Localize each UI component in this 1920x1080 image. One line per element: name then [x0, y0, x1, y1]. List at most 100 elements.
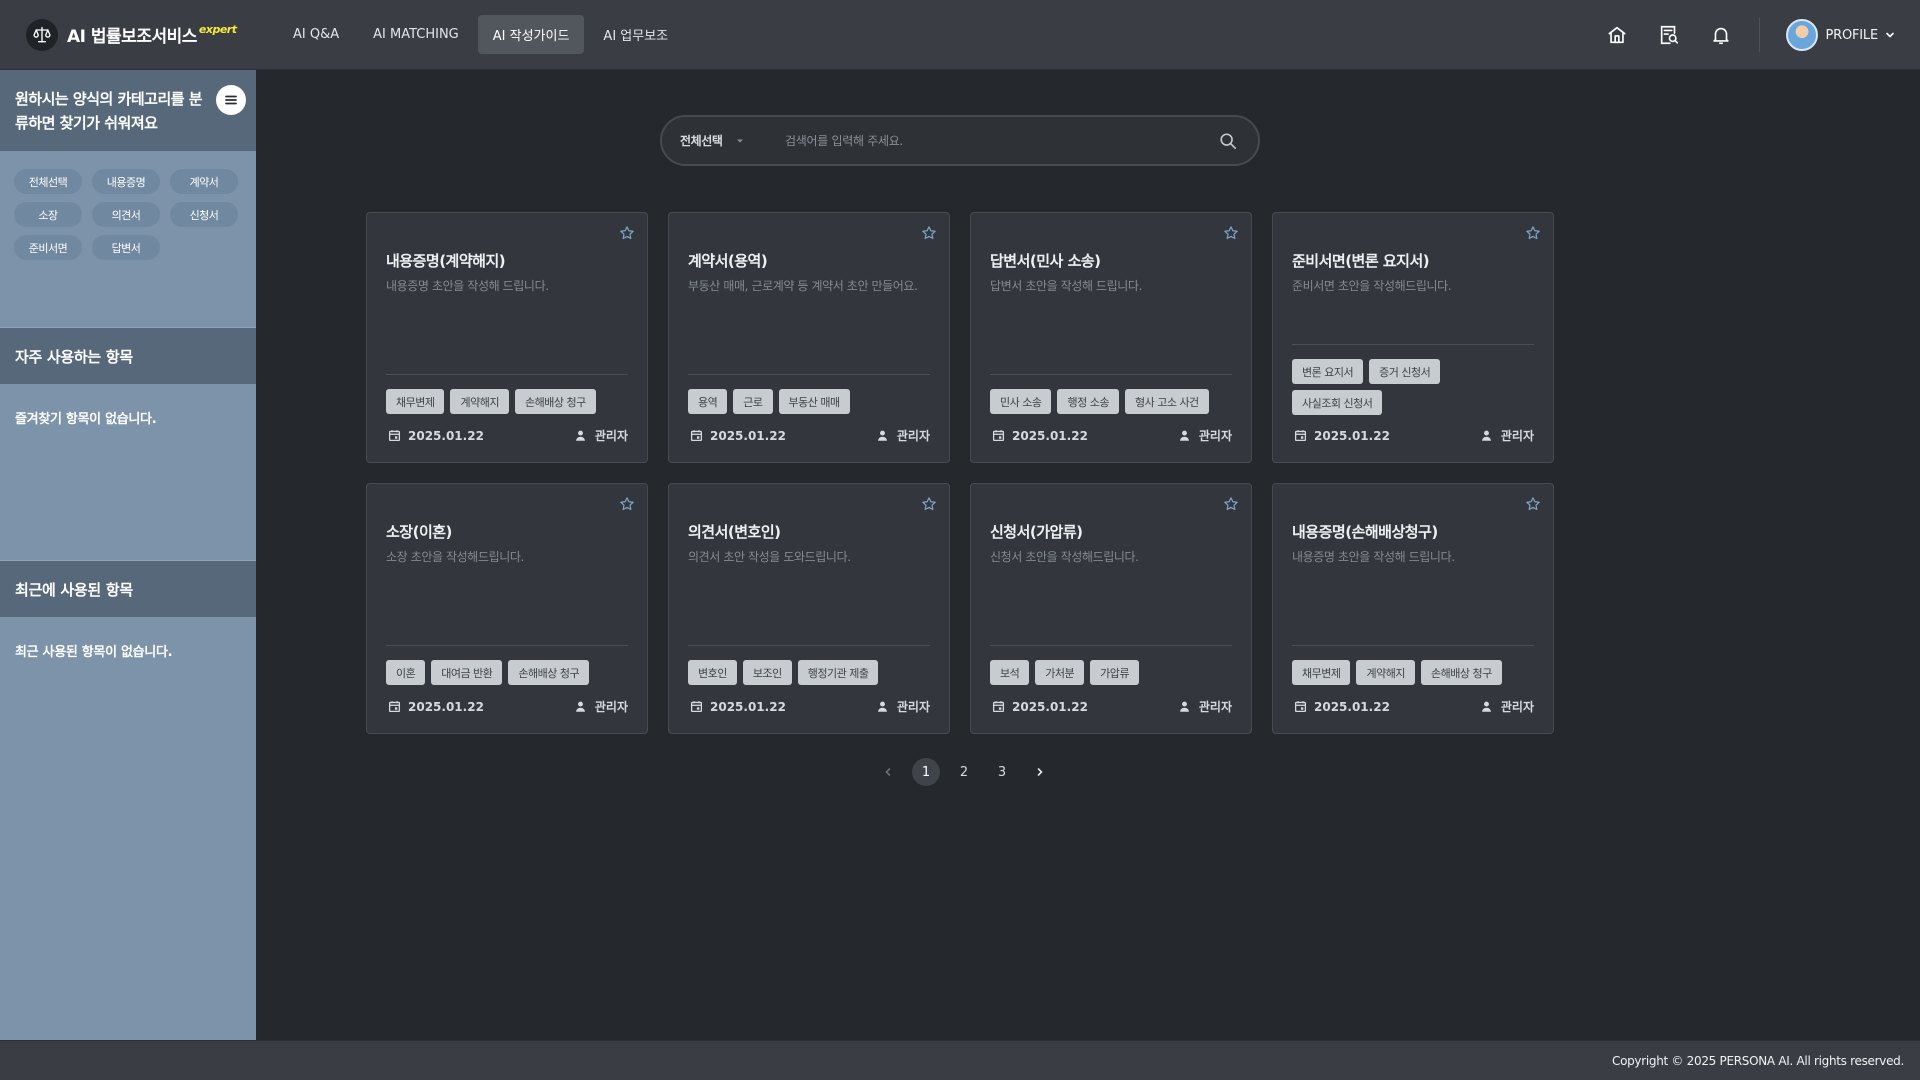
nav-ai-matching[interactable]: AI MATCHING: [358, 17, 474, 52]
category-chip-answer[interactable]: 답변서: [92, 235, 160, 260]
star-icon[interactable]: [919, 223, 939, 243]
card-tag[interactable]: 변호인: [688, 660, 737, 685]
category-chip-opinion[interactable]: 의견서: [92, 202, 160, 227]
card-tag[interactable]: 행정 소송: [1057, 389, 1119, 414]
search-icon[interactable]: [1216, 129, 1240, 153]
category-chip-application[interactable]: 신청서: [170, 202, 238, 227]
pagination-prev-icon[interactable]: [874, 758, 902, 786]
template-card[interactable]: 계약서(용역) 부동산 매매, 근로계약 등 계약서 초안 만들어요. 용역 근로 부동…: [668, 212, 950, 463]
card-divider: [386, 374, 628, 375]
template-card[interactable]: 내용증명(손해배상청구) 내용증명 초안을 작성해 드립니다. 채무변제 계약해지 손해…: [1272, 483, 1554, 734]
pagination-page-3[interactable]: 3: [988, 758, 1016, 786]
card-tag[interactable]: 대여금 반환: [431, 660, 503, 685]
template-card[interactable]: 답변서(민사 소송) 답변서 초안을 작성해 드립니다. 민사 소송 행정 소송 형사 …: [970, 212, 1252, 463]
card-tag[interactable]: 용역: [688, 389, 728, 414]
card-tag[interactable]: 행정기관 제출: [797, 660, 879, 685]
card-tag[interactable]: 손해배상 청구: [508, 660, 590, 685]
header-actions: PROFILE: [1579, 0, 1896, 70]
pagination-page-1[interactable]: 1: [912, 758, 940, 786]
card-date: 2025.01.22: [990, 699, 1088, 715]
recent-list: 최근 사용된 항목이 없습니다.: [0, 617, 256, 917]
card-divider: [990, 374, 1232, 375]
card-tag[interactable]: 보석: [990, 660, 1030, 685]
template-card[interactable]: 신청서(가압류) 신청서 초안을 작성해드립니다. 보석 가처분 가압류 2025.01.…: [970, 483, 1252, 734]
card-author: 관리자: [1177, 427, 1232, 444]
card-description: 준비서면 초안을 작성해드립니다.: [1292, 279, 1452, 293]
star-icon[interactable]: [1221, 494, 1241, 514]
nav-ai-qa[interactable]: AI Q&A: [278, 17, 354, 52]
card-description: 소장 초안을 작성해드립니다.: [386, 550, 524, 564]
card-date-text: 2025.01.22: [710, 428, 786, 443]
search-input[interactable]: [775, 120, 1216, 161]
pagination-page-2[interactable]: 2: [950, 758, 978, 786]
star-icon[interactable]: [1523, 494, 1543, 514]
card-tag[interactable]: 가압류: [1090, 660, 1139, 685]
card-meta: 2025.01.22 관리자: [1292, 427, 1534, 444]
pagination-next-icon[interactable]: [1026, 758, 1054, 786]
template-card[interactable]: 의견서(변호인) 의견서 초안 작성을 도와드립니다. 변호인 보조인 행정기관 제출 2…: [668, 483, 950, 734]
brand[interactable]: AI 법률보조서비스 expert: [26, 18, 262, 51]
category-chip-certified-letter[interactable]: 내용증명: [92, 169, 160, 194]
sidebar: 원하시는 양식의 카테고리를 분류하면 찾기가 쉬워져요 전체선택 내용증명 계…: [0, 70, 256, 1040]
footer: Copyright © 2025 PERSONA AI. All rights …: [0, 1040, 1920, 1080]
category-chip-all[interactable]: 전체선택: [14, 169, 82, 194]
category-chip-contract[interactable]: 계약서: [170, 169, 238, 194]
card-tag[interactable]: 손해배상 청구: [1420, 660, 1502, 685]
card-tag[interactable]: 손해배상 청구: [514, 389, 596, 414]
card-tag[interactable]: 계약해지: [1356, 660, 1415, 685]
card-tag[interactable]: 근로: [733, 389, 773, 414]
category-chip-complaint[interactable]: 소장: [14, 202, 82, 227]
menu-icon[interactable]: [216, 85, 246, 115]
template-card[interactable]: 소장(이혼) 소장 초안을 작성해드립니다. 이혼 대여금 반환 손해배상 청구 2025…: [366, 483, 648, 734]
star-icon[interactable]: [1523, 223, 1543, 243]
card-tag[interactable]: 변론 요지서: [1292, 359, 1364, 384]
home-icon[interactable]: [1603, 21, 1631, 49]
card-tag[interactable]: 보조인: [742, 660, 792, 685]
star-icon[interactable]: [617, 494, 637, 514]
chevron-down-icon: [1884, 26, 1896, 45]
card-date-text: 2025.01.22: [408, 428, 484, 443]
card-tag[interactable]: 민사 소송: [990, 389, 1052, 414]
card-tag[interactable]: 계약해지: [450, 389, 509, 414]
card-tag[interactable]: 채무변제: [386, 389, 445, 414]
card-tag[interactable]: 가처분: [1035, 660, 1085, 685]
calendar-icon: [386, 699, 402, 715]
category-title-text: 원하시는 양식의 카테고리를 분류하면 찾기가 쉬워져요: [15, 89, 203, 132]
card-tag[interactable]: 이혼: [386, 660, 426, 685]
recent-section-title: 최근에 사용된 항목: [0, 561, 256, 617]
card-tag[interactable]: 부동산 매매: [778, 389, 850, 414]
profile-menu[interactable]: PROFILE: [1785, 19, 1896, 51]
category-chip-brief[interactable]: 준비서면: [14, 235, 82, 260]
calendar-icon: [688, 699, 704, 715]
card-title: 내용증명(계약해지): [386, 252, 506, 270]
card-description: 내용증명 초안을 작성해 드립니다.: [1292, 550, 1455, 564]
card-tags: 보석 가처분 가압류: [990, 660, 1232, 685]
template-card[interactable]: 준비서면(변론 요지서) 준비서면 초안을 작성해드립니다. 변론 요지서 증거 신청…: [1272, 212, 1554, 463]
card-divider: [386, 645, 628, 646]
nav-ai-work-assist[interactable]: AI 업무보조: [588, 15, 683, 54]
template-card[interactable]: 내용증명(계약해지) 내용증명 초안을 작성해 드립니다. 채무변제 계약해지 손해배상…: [366, 212, 648, 463]
favorites-section-title: 자주 사용하는 항목: [0, 328, 256, 384]
favorites-empty-text: 즐겨찾기 항목이 없습니다.: [15, 412, 157, 427]
bell-icon[interactable]: [1707, 21, 1735, 49]
card-divider: [1292, 645, 1534, 646]
card-author: 관리자: [1479, 427, 1534, 444]
star-icon[interactable]: [1221, 223, 1241, 243]
star-icon[interactable]: [919, 494, 939, 514]
pagination: 1 2 3: [869, 758, 1059, 786]
card-divider: [990, 645, 1232, 646]
document-search-icon[interactable]: [1655, 21, 1683, 49]
card-tag[interactable]: 증거 신청서: [1369, 359, 1441, 384]
card-title: 신청서(가압류): [990, 523, 1083, 541]
recent-empty-text: 최근 사용된 항목이 없습니다.: [15, 645, 173, 660]
nav-ai-writing-guide[interactable]: AI 작성가이드: [477, 15, 585, 54]
calendar-icon: [688, 428, 704, 444]
card-tag[interactable]: 채무변제: [1292, 660, 1351, 685]
card-date-text: 2025.01.22: [1012, 699, 1088, 714]
favorites-list: 즐겨찾기 항목이 없습니다.: [0, 384, 256, 560]
star-icon[interactable]: [617, 223, 637, 243]
card-date: 2025.01.22: [688, 428, 786, 444]
card-tag[interactable]: 사실조회 신청서: [1292, 390, 1383, 415]
category-select[interactable]: 전체선택: [680, 131, 775, 150]
card-tag[interactable]: 형사 고소 사건: [1124, 389, 1209, 414]
